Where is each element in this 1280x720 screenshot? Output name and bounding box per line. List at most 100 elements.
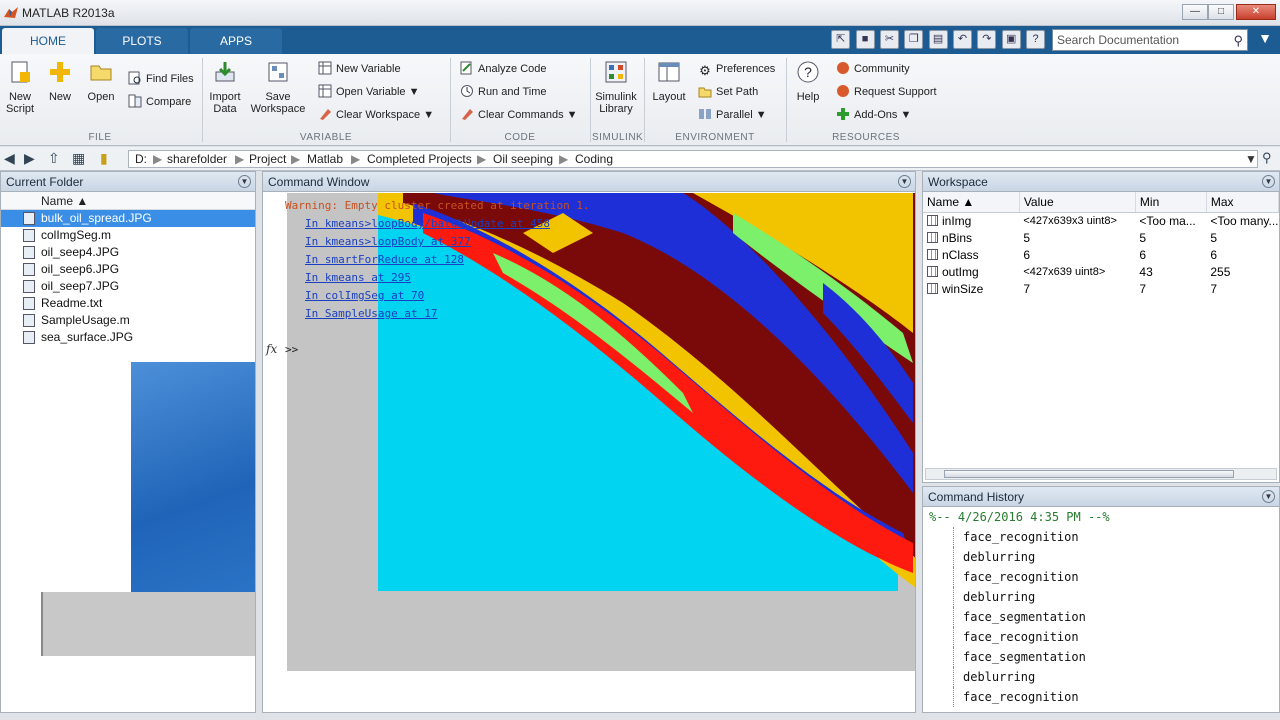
request-support-label: Request Support bbox=[854, 86, 937, 98]
file-row[interactable]: Readme.txt bbox=[1, 295, 255, 312]
file-row[interactable]: colImgSeg.m bbox=[1, 227, 255, 244]
trace-link[interactable]: In smartForReduce at 128 bbox=[305, 253, 464, 266]
image-file-icon bbox=[23, 246, 35, 259]
compare-button[interactable]: Compare bbox=[128, 93, 191, 111]
variable-row[interactable]: inImg <427x639x3 uint8> <Too ma... <Too … bbox=[923, 212, 1279, 229]
preferences-button[interactable]: ⚙ Preferences bbox=[698, 60, 775, 78]
history-item[interactable]: face_segmentation bbox=[923, 607, 1279, 627]
history-item[interactable]: face_recognition bbox=[923, 527, 1279, 547]
redo-icon[interactable]: ↷ bbox=[977, 30, 997, 49]
browse-folder-icon[interactable]: ▦ bbox=[72, 150, 85, 167]
history-item[interactable]: face_segmentation bbox=[923, 647, 1279, 667]
path-crumb[interactable]: Oil seeping bbox=[493, 152, 553, 166]
trace-link[interactable]: In kmeans>loopBody at 377 bbox=[305, 235, 471, 248]
trace-link[interactable]: In kmeans at 295 bbox=[305, 271, 411, 284]
help-icon[interactable]: ? bbox=[1026, 30, 1045, 49]
back-arrow-icon[interactable]: ◀ bbox=[4, 150, 15, 167]
tab-plots[interactable]: PLOTS bbox=[96, 28, 188, 54]
path-crumb[interactable]: Project bbox=[249, 152, 286, 166]
path-crumb[interactable]: Coding bbox=[575, 152, 613, 166]
variable-row[interactable]: outImg <427x639 uint8> 43 255 bbox=[923, 263, 1279, 280]
path-crumb[interactable]: Matlab bbox=[307, 152, 343, 166]
open-button[interactable]: Open bbox=[86, 60, 116, 103]
minimize-button[interactable]: — bbox=[1182, 4, 1208, 20]
column-header-max[interactable]: Max bbox=[1206, 192, 1279, 213]
variable-row[interactable]: nBins 5 5 5 bbox=[923, 229, 1279, 246]
file-row[interactable]: bulk_oil_spread.JPG bbox=[1, 210, 255, 227]
file-row[interactable]: sea_surface.JPG bbox=[1, 329, 255, 346]
column-header-value[interactable]: Value bbox=[1019, 192, 1136, 213]
function-browser-icon[interactable]: fx bbox=[266, 342, 277, 356]
file-row[interactable]: oil_seep6.JPG bbox=[1, 261, 255, 278]
history-item[interactable]: deblurring bbox=[923, 547, 1279, 567]
up-folder-icon[interactable]: ⇧ bbox=[48, 150, 60, 167]
new-button[interactable]: New bbox=[46, 60, 74, 103]
simulink-library-button[interactable]: Simulink Library bbox=[594, 60, 638, 115]
trace-link[interactable]: In SampleUsage at 17 bbox=[305, 307, 437, 320]
path-breadcrumb[interactable]: D: ▶ sharefolder ▶ Project ▶ Matlab ▶ Co… bbox=[128, 150, 1258, 168]
forward-arrow-icon[interactable]: ▶ bbox=[24, 150, 35, 167]
undock-icon[interactable]: ⇱ bbox=[831, 30, 851, 49]
command-window-body[interactable]: Warning: Empty cluster created at iterat… bbox=[263, 193, 915, 712]
set-path-button[interactable]: Set Path bbox=[698, 83, 758, 101]
cut-icon[interactable]: ✂ bbox=[879, 30, 899, 49]
workspace-horizontal-scrollbar[interactable] bbox=[925, 468, 1277, 480]
save-workspace-button[interactable]: Save Workspace bbox=[248, 60, 308, 115]
history-item[interactable]: face_recognition bbox=[923, 627, 1279, 647]
history-item[interactable]: deblurring bbox=[923, 587, 1279, 607]
analyze-code-button[interactable]: Analyze Code bbox=[460, 60, 547, 78]
maximize-button[interactable]: □ bbox=[1208, 4, 1234, 20]
search-documentation-input[interactable]: Search Documentation ⚲ bbox=[1052, 29, 1248, 51]
open-variable-button[interactable]: Open Variable ▼ bbox=[318, 83, 419, 101]
clear-workspace-button[interactable]: Clear Workspace ▼ bbox=[318, 106, 434, 124]
file-row[interactable]: oil_seep7.JPG bbox=[1, 278, 255, 295]
save-icon[interactable]: ■ bbox=[855, 30, 875, 49]
history-item[interactable]: deblurring bbox=[923, 667, 1279, 687]
new-script-button[interactable]: New Script bbox=[4, 60, 36, 115]
simulink-group-label: SIMULINK bbox=[592, 132, 644, 143]
help-button[interactable]: ? Help bbox=[792, 60, 824, 103]
path-dropdown-icon[interactable]: ▼ bbox=[1245, 152, 1257, 166]
undo-icon[interactable]: ↶ bbox=[952, 30, 972, 49]
column-header-name[interactable]: Name ▲ bbox=[923, 192, 1020, 213]
paste-icon[interactable]: ▤ bbox=[928, 30, 948, 49]
scrollbar-thumb[interactable] bbox=[944, 470, 1234, 478]
import-data-button[interactable]: Import Data bbox=[206, 60, 244, 115]
column-header-min[interactable]: Min bbox=[1135, 192, 1207, 213]
file-row[interactable]: oil_seep4.JPG bbox=[1, 244, 255, 261]
variable-row[interactable]: winSize 7 7 7 bbox=[923, 280, 1279, 297]
path-crumb[interactable]: D: bbox=[135, 152, 147, 166]
file-row[interactable]: SampleUsage.m bbox=[1, 312, 255, 329]
run-and-time-button[interactable]: Run and Time bbox=[460, 83, 546, 101]
tab-apps[interactable]: APPS bbox=[190, 28, 282, 54]
path-crumb[interactable]: Completed Projects bbox=[367, 152, 472, 166]
filter-icon[interactable]: ▼ bbox=[1254, 30, 1276, 50]
clear-commands-icon bbox=[462, 109, 473, 120]
search-folder-icon[interactable]: ⚲ bbox=[1262, 150, 1272, 166]
sea-image-preview bbox=[131, 362, 255, 592]
clear-commands-button[interactable]: Clear Commands ▼ bbox=[460, 106, 578, 124]
trace-link[interactable]: In kmeans>loopBody/batchUpdate at 458 bbox=[305, 217, 550, 230]
close-button[interactable]: ✕ bbox=[1236, 4, 1276, 20]
panel-actions-icon[interactable]: ▼ bbox=[1262, 175, 1275, 188]
name-column-header[interactable]: Name ▲ bbox=[1, 192, 255, 210]
history-item[interactable]: face_recognition bbox=[923, 687, 1279, 707]
variable-row[interactable]: nClass 6 6 6 bbox=[923, 246, 1279, 263]
trace-link[interactable]: In colImgSeg at 70 bbox=[305, 289, 424, 302]
request-support-button[interactable]: Request Support bbox=[836, 83, 937, 101]
layout-button[interactable]: Layout bbox=[650, 60, 688, 103]
path-crumb[interactable]: sharefolder bbox=[167, 152, 227, 166]
switch-windows-icon[interactable]: ▣ bbox=[1001, 30, 1021, 49]
panel-actions-icon[interactable]: ▼ bbox=[238, 175, 251, 188]
new-variable-button[interactable]: New Variable bbox=[318, 60, 401, 78]
copy-icon[interactable]: ❐ bbox=[904, 30, 924, 49]
find-files-button[interactable]: Find Files bbox=[128, 70, 194, 88]
community-button[interactable]: Community bbox=[836, 60, 910, 78]
panel-actions-icon[interactable]: ▼ bbox=[898, 175, 911, 188]
tab-home[interactable]: HOME bbox=[2, 28, 94, 54]
search-icon[interactable]: ⚲ bbox=[1233, 33, 1243, 49]
history-item[interactable]: face_recognition bbox=[923, 567, 1279, 587]
panel-actions-icon[interactable]: ▼ bbox=[1262, 490, 1275, 503]
parallel-button[interactable]: Parallel ▼ bbox=[698, 106, 767, 124]
add-ons-button[interactable]: Add-Ons ▼ bbox=[836, 106, 911, 124]
